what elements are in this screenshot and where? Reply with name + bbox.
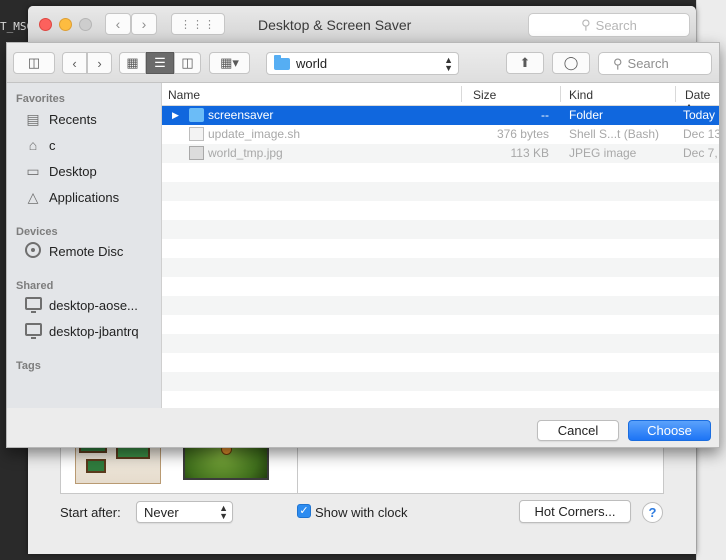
hot-corners-button[interactable]: Hot Corners... bbox=[519, 500, 631, 523]
choose-button[interactable]: Choose bbox=[628, 420, 711, 441]
file-name: screensaver bbox=[208, 108, 274, 122]
column-header-name[interactable]: Name bbox=[168, 88, 200, 102]
image-icon bbox=[189, 146, 204, 160]
start-after-select[interactable]: Never ▲ ▼ bbox=[136, 501, 233, 523]
sidebar-item-label: desktop-jbantrq bbox=[49, 323, 139, 339]
file-size: -- bbox=[541, 108, 549, 122]
show-all-grid-icon[interactable]: ⋮⋮⋮ bbox=[171, 13, 225, 35]
sidebar-item-remote-disc[interactable]: Remote Disc bbox=[23, 241, 123, 261]
search-icon: ⚲ bbox=[581, 17, 591, 32]
file-kind: Folder bbox=[569, 108, 604, 122]
location-popup[interactable]: world ▲ ▼ bbox=[266, 52, 459, 75]
show-clock-checkbox[interactable]: ✓ bbox=[297, 504, 311, 518]
disc-icon bbox=[23, 241, 43, 261]
favorites-heading: Favorites bbox=[16, 93, 65, 105]
file-size: 376 bytes bbox=[496, 127, 549, 141]
search-icon: ⚲ bbox=[613, 55, 623, 71]
sidebar-item-label: Desktop bbox=[49, 163, 97, 179]
close-window-button[interactable] bbox=[39, 18, 52, 31]
shared-heading: Shared bbox=[16, 280, 54, 292]
arrange-menu-icon[interactable]: ▦▾ bbox=[209, 52, 250, 74]
sidebar-item-label: c bbox=[49, 137, 56, 153]
prefs-search-placeholder: Search bbox=[595, 17, 637, 33]
table-row: update_image.sh 376 bytes Shell S...t (B… bbox=[162, 125, 719, 144]
devices-heading: Devices bbox=[16, 226, 58, 238]
share-icon[interactable]: ⬆ bbox=[506, 52, 544, 74]
document-icon bbox=[189, 127, 204, 141]
column-header-size[interactable]: Size bbox=[473, 88, 496, 102]
prefs-window-title: Desktop & Screen Saver bbox=[258, 17, 412, 33]
updown-chevron-icon: ▲ ▼ bbox=[444, 55, 453, 73]
tag-icon[interactable]: ◯ bbox=[552, 52, 590, 74]
disclosure-triangle-icon[interactable]: ▶ bbox=[172, 110, 179, 121]
icon-view-icon[interactable]: ▦ bbox=[119, 52, 146, 74]
column-header-kind[interactable]: Kind bbox=[569, 88, 593, 102]
cancel-button[interactable]: Cancel bbox=[537, 420, 619, 441]
sidebar-item-desktop[interactable]: ▭ Desktop bbox=[23, 161, 97, 181]
sheet-toolbar: ◫ ‹ › ▦ ☰ ◫ ▦▾ world ▲ ▼ ⬆ ◯ ⚲ Search bbox=[7, 43, 719, 83]
file-name: world_tmp.jpg bbox=[208, 146, 283, 160]
back-icon[interactable]: ‹ bbox=[105, 13, 131, 35]
sidebar-item-shared-1[interactable]: desktop-aose... bbox=[23, 295, 138, 315]
minimize-window-button[interactable] bbox=[59, 18, 72, 31]
start-after-label: Start after: bbox=[60, 505, 121, 520]
file-list: Name Size Kind Date A ▶ screensaver -- F… bbox=[162, 83, 719, 408]
table-row[interactable]: ▶ screensaver -- Folder Today bbox=[162, 106, 719, 125]
folder-icon bbox=[189, 108, 204, 122]
forward-icon[interactable]: › bbox=[87, 52, 112, 74]
folder-icon bbox=[274, 54, 290, 70]
sidebar-item-shared-2[interactable]: desktop-jbantrq bbox=[23, 321, 139, 341]
sidebar-item-label: Remote Disc bbox=[49, 243, 124, 259]
file-date: Dec 13 bbox=[683, 127, 719, 141]
file-kind: Shell S...t (Bash) bbox=[569, 127, 660, 141]
computer-icon bbox=[23, 323, 43, 339]
home-icon: ⌂ bbox=[28, 137, 38, 153]
zoom-window-button[interactable] bbox=[79, 18, 92, 31]
computer-icon bbox=[23, 297, 43, 313]
table-row: world_tmp.jpg 113 KB JPEG image Dec 7, bbox=[162, 144, 719, 163]
prefs-titlebar: ‹ › ⋮⋮⋮ Desktop & Screen Saver ⚲ Search bbox=[28, 6, 696, 44]
file-name: update_image.sh bbox=[208, 127, 301, 141]
back-icon[interactable]: ‹ bbox=[62, 52, 87, 74]
desktop-icon: ▭ bbox=[26, 162, 40, 179]
sidebar-item-label: desktop-aose... bbox=[49, 297, 138, 313]
help-button[interactable]: ? bbox=[642, 502, 663, 523]
sidebar-item-recents[interactable]: ▤ Recents bbox=[23, 109, 97, 129]
show-clock-label: Show with clock bbox=[315, 505, 408, 520]
list-view-icon[interactable]: ☰ bbox=[146, 52, 174, 74]
sidebar-item-label: Applications bbox=[49, 189, 120, 205]
column-view-icon[interactable]: ◫ bbox=[174, 52, 201, 74]
recents-icon: ▤ bbox=[26, 110, 40, 127]
start-after-value: Never bbox=[144, 504, 179, 520]
sidebar-toggle-icon[interactable]: ◫ bbox=[13, 52, 55, 74]
sheet-search-input[interactable]: ⚲ Search bbox=[598, 52, 712, 75]
location-label: world bbox=[296, 56, 328, 71]
file-kind: JPEG image bbox=[569, 146, 637, 160]
updown-chevron-icon: ▲ ▼ bbox=[219, 503, 228, 521]
prefs-search-input[interactable]: ⚲ Search bbox=[528, 13, 690, 37]
file-list-header: Name Size Kind Date A bbox=[162, 83, 719, 116]
sidebar-item-label: Recents bbox=[49, 111, 97, 127]
file-chooser-sheet: ◫ ‹ › ▦ ☰ ◫ ▦▾ world ▲ ▼ ⬆ ◯ ⚲ Search Fav… bbox=[6, 42, 720, 448]
finder-sidebar: Favorites ▤ Recents ⌂ c ▭ Desktop △ Appl… bbox=[7, 83, 162, 408]
applications-icon: △ bbox=[27, 188, 39, 205]
sheet-search-placeholder: Search bbox=[627, 56, 669, 71]
tags-heading: Tags bbox=[16, 360, 41, 372]
file-date: Dec 7, bbox=[683, 146, 718, 160]
file-size: 113 KB bbox=[510, 146, 549, 160]
file-date: Today bbox=[683, 108, 716, 122]
sidebar-item-applications[interactable]: △ Applications bbox=[23, 187, 120, 207]
forward-icon[interactable]: › bbox=[131, 13, 157, 35]
sidebar-item-home[interactable]: ⌂ c bbox=[23, 135, 56, 155]
